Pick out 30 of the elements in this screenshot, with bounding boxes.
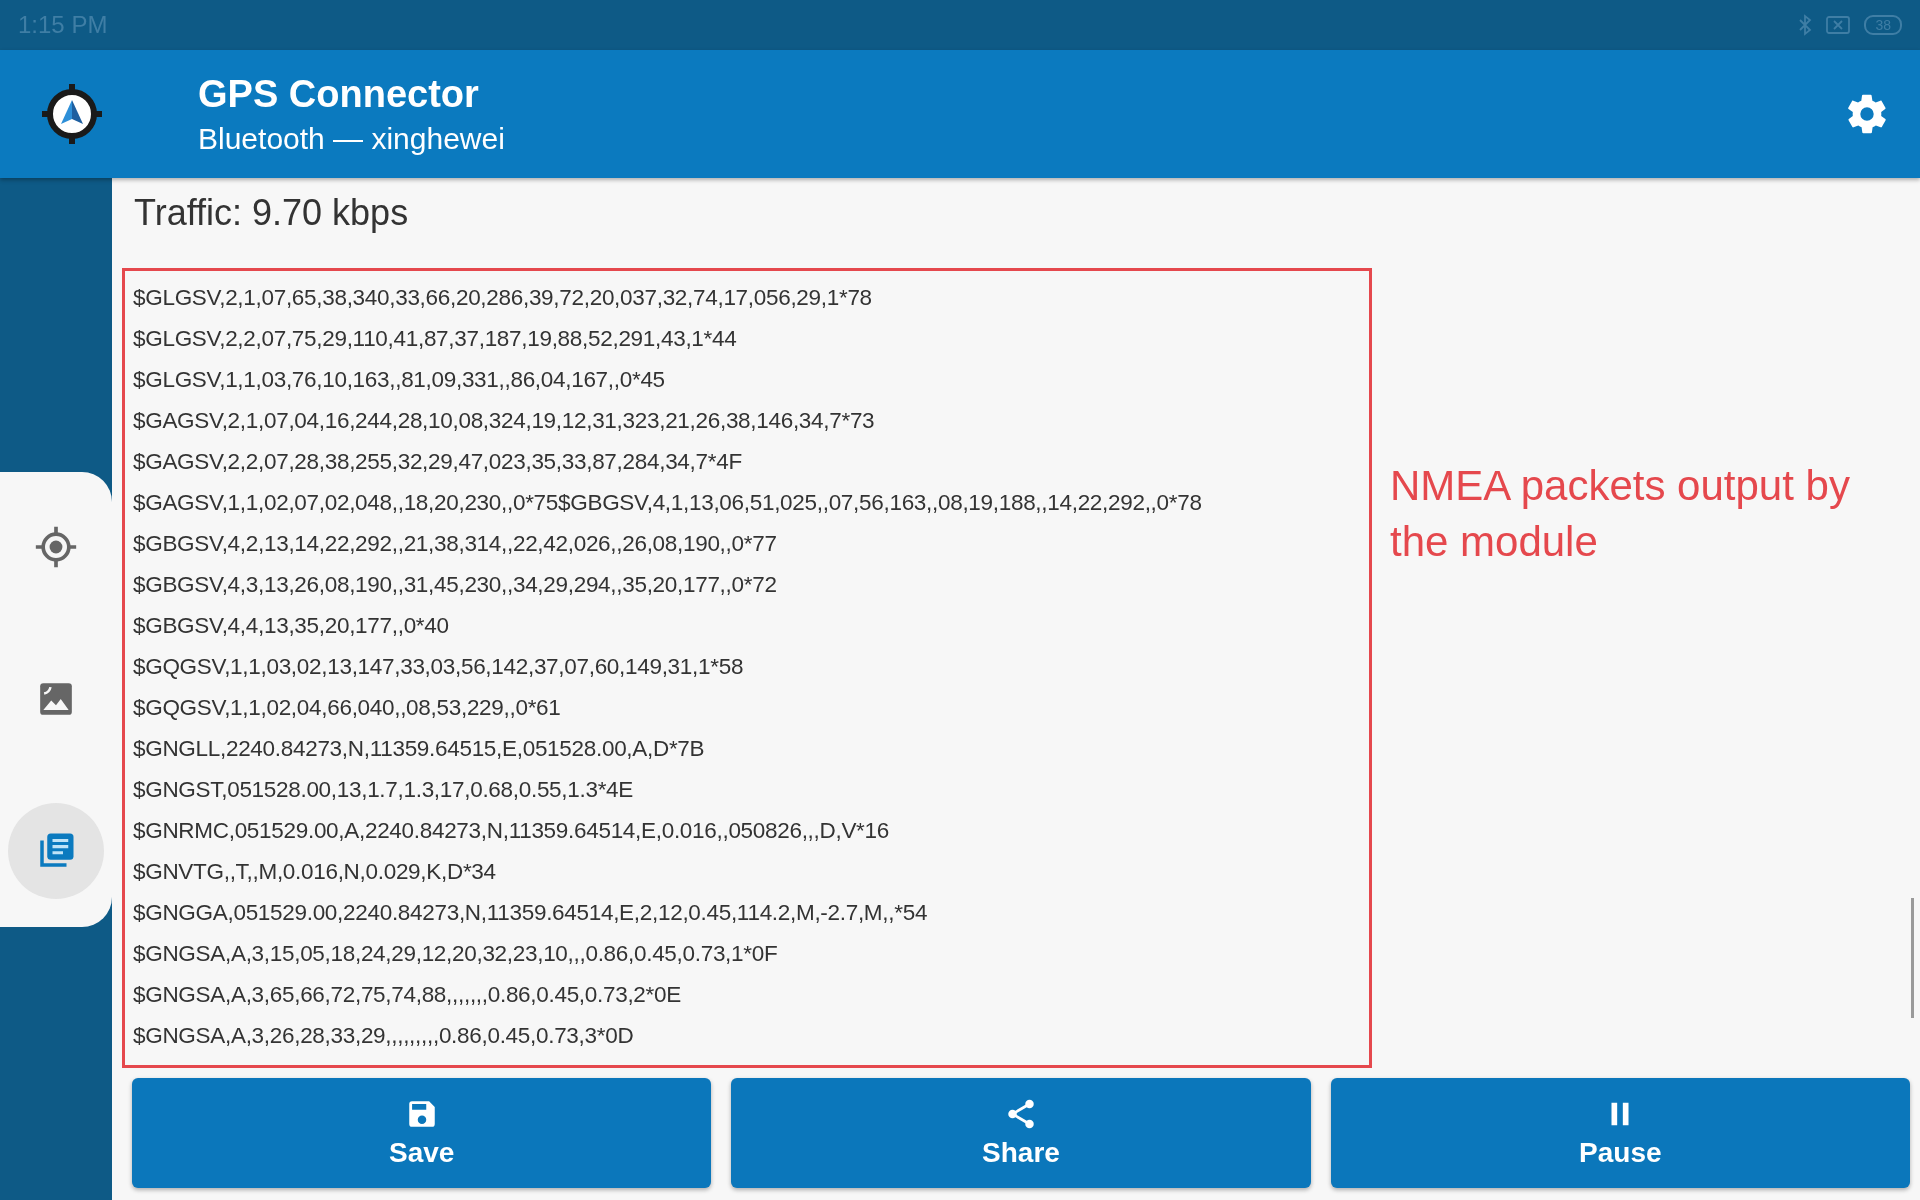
log-line: $GAGSV,2,1,07,04,16,244,28,10,08,324,19,12,31,323,21,26,38,146,34,7*73	[133, 407, 876, 435]
log-line: $GNVTG,,T,,M,0.016,N,0.029,K,D*34	[133, 858, 497, 886]
log-line: $GBGSV,4,2,13,14,22,292,,21,38,314,,22,42,026,,26,08,190,,0*77	[133, 530, 778, 558]
log-line: $GQGSV,1,1,03,02,13,147,33,03,56,142,37,07,60,149,31,1*58	[133, 653, 745, 681]
action-button[interactable]: Pause	[1330, 1078, 1910, 1188]
log-line: $GQGSV,1,1,02,04,66,040,,08,53,229,,0*61	[133, 694, 562, 722]
log-line: $GNGSA,A,3,65,66,72,75,74,88,,,,,,,0.86,0.45,0.73,2*0E	[133, 981, 682, 1009]
log-line: $GLGSV,2,1,07,65,38,340,33,66,20,286,39,72,20,037,32,74,17,056,29,1*78	[133, 284, 873, 312]
location-target-icon	[34, 525, 78, 570]
log-line: $GBGSV,4,3,13,26,08,190,,31,45,230,,34,29,294,,35,20,177,,0*72	[133, 571, 778, 599]
log-line: $GLGSV,2,2,07,75,29,110,41,87,37,187,19,88,52,291,43,1*44	[133, 325, 738, 353]
no-sim-icon	[1826, 16, 1851, 34]
log-line: $GNGGA,051529.00,2240.84273,N,11359.64514,E,2,12,0.45,114.2,M,-2.7,M,,*54	[133, 899, 929, 927]
log-line: $GNRMC,051529.00,A,2240.84273,N,11359.64514,E,0.016,,050826,,,D,V*16	[133, 817, 890, 845]
image-icon	[37, 680, 75, 718]
bluetooth-icon	[1798, 14, 1813, 36]
log-line: $GNGSA,A,3,26,28,33,29,,,,,,,,,0.86,0.45,0.73,3*0D	[133, 1022, 635, 1050]
log-line: $GNGSA,A,3,15,05,18,24,29,12,20,32,23,10,,,0.86,0.45,0.73,1*0F	[133, 940, 779, 968]
log-line: $GLGSV,1,1,03,76,10,163,,81,09,331,,86,04,167,,0*45	[133, 366, 666, 394]
action-button[interactable]: Save	[132, 1078, 712, 1188]
log-line: $GNGLL,2240.84273,N,11359.64515,E,051528.00,A,D*7B	[133, 735, 706, 763]
traffic-rate: Traffic: 9.70 kbps	[134, 192, 410, 235]
action-button[interactable]: Share	[731, 1078, 1311, 1188]
annotation-note: NMEA packets output by the module	[1390, 461, 1850, 567]
log-line: $GAGSV,2,2,07,28,38,255,32,29,47,023,35,33,87,284,34,7*4F	[133, 448, 743, 476]
log-line: $GBGSV,4,4,13,35,20,177,,0*40	[133, 612, 450, 640]
app-title: GPS Connector	[198, 72, 480, 116]
log-line: $GAGSV,1,1,02,07,02,048,,18,20,230,,0*75$GBGSV,4,1,13,06,51,025,,07,56,163,,08,19,188,,14,22,292,,0*78	[133, 489, 1203, 517]
log-line: $GNGST,051528.00,13,1.7,1.3,17,0.68,0.55,1.3*4E	[133, 776, 635, 804]
connection-subtitle: Bluetooth — xinghewei	[198, 121, 506, 156]
